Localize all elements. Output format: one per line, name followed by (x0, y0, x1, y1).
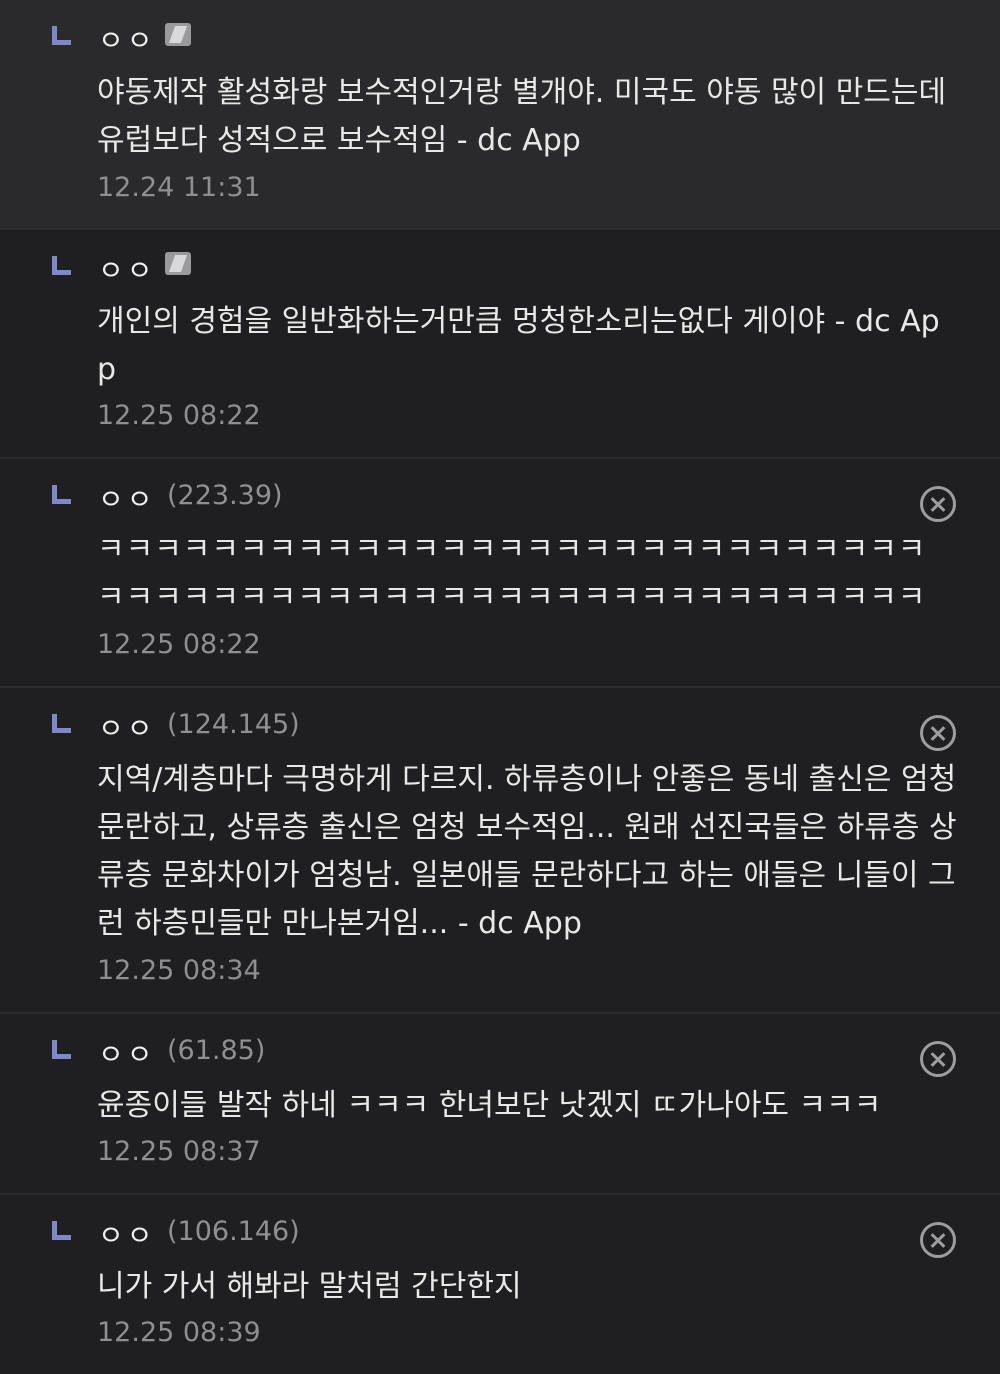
comment-item: ㅇㅇ 개인의 경험을 일반화하는거만큼 멍청한소리는없다 게이야 - dc Ap… (0, 230, 1000, 459)
delete-comment-icon[interactable] (920, 1041, 956, 1077)
comment-body: ㅋㅋㅋㅋㅋㅋㅋㅋㅋㅋㅋㅋㅋㅋㅋㅋㅋㅋㅋㅋㅋㅋㅋㅋㅋㅋㅋㅋㅋ ㅋㅋㅋㅋㅋㅋㅋㅋㅋㅋ… (97, 532, 927, 615)
comment-date: 12.24 11:31 (97, 172, 261, 203)
comment-body: 야동제작 활성화랑 보수적인거랑 별개야. 미국도 야동 많이 만드는데 유럽보… (97, 75, 956, 158)
comment-date: 12.25 08:37 (97, 1136, 261, 1167)
comment-author[interactable]: ㅇㅇ (98, 707, 156, 747)
comment-author[interactable]: ㅇㅇ (98, 1214, 156, 1254)
comment-date: 12.25 08:22 (97, 629, 261, 660)
comment-body: 니가 가서 해봐라 말처럼 간단한지 (97, 1269, 522, 1304)
comment-author[interactable]: ㅇㅇ (98, 19, 156, 59)
comment-item: ㅇㅇ (61.85) 윤종이들 발작 하네 ㅋㅋㅋ 한녀보단 낫겠지 ㄸ가나아도… (0, 1014, 1000, 1195)
reply-arrow-icon (52, 256, 72, 275)
comment-date: 12.25 08:39 (97, 1317, 261, 1348)
comment-ip: (61.85) (167, 1035, 266, 1066)
comment-ip: (223.39) (167, 480, 283, 511)
delete-comment-icon[interactable] (920, 715, 956, 751)
reply-arrow-icon (52, 1040, 72, 1059)
comment-item: ㅇㅇ 야동제작 활성화랑 보수적인거랑 별개야. 미국도 야동 많이 만드는데 … (0, 0, 1000, 230)
comment-date: 12.25 08:34 (97, 955, 261, 986)
comment-body: 개인의 경험을 일반화하는거만큼 멍청한소리는없다 게이야 - dc Ap p (97, 304, 940, 387)
reply-arrow-icon (52, 1221, 72, 1240)
comment-item: ㅇㅇ (106.146) 니가 가서 해봐라 말처럼 간단한지 12.25 08… (0, 1195, 1000, 1374)
delete-comment-icon[interactable] (920, 486, 956, 522)
comment-item: ㅇㅇ (223.39) ㅋㅋㅋㅋㅋㅋㅋㅋㅋㅋㅋㅋㅋㅋㅋㅋㅋㅋㅋㅋㅋㅋㅋㅋㅋㅋㅋㅋ… (0, 459, 1000, 688)
comment-body: 윤종이들 발작 하네 ㅋㅋㅋ 한녀보단 낫겠지 ㄸ가나아도 ㅋㅋㅋ (97, 1088, 882, 1123)
reply-arrow-icon (52, 485, 72, 504)
comment-date: 12.25 08:22 (97, 400, 261, 431)
fixed-nick-badge-icon (165, 252, 191, 275)
comment-ip: (124.145) (167, 709, 300, 740)
comment-body: 지역/계층마다 극명하게 다르지. 하류층이나 안좋은 동네 출신은 엄청 문란… (97, 762, 966, 941)
comment-author[interactable]: ㅇㅇ (98, 249, 156, 289)
fixed-nick-badge-icon (165, 23, 191, 46)
reply-arrow-icon (52, 714, 72, 733)
comment-author[interactable]: ㅇㅇ (98, 1033, 156, 1073)
comment-item: ㅇㅇ (124.145) 지역/계층마다 극명하게 다르지. 하류층이나 안좋은… (0, 688, 1000, 1014)
delete-comment-icon[interactable] (920, 1222, 956, 1258)
reply-arrow-icon (52, 26, 72, 45)
comment-ip: (106.146) (167, 1216, 300, 1247)
comment-author[interactable]: ㅇㅇ (98, 478, 156, 518)
